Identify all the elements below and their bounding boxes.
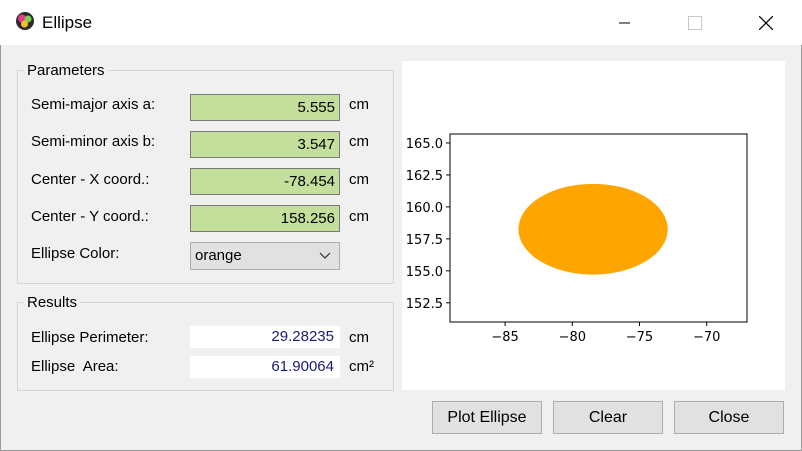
perimeter-value: 29.28235 — [190, 326, 340, 348]
chevron-down-icon — [319, 243, 331, 278]
plot-area: −85 −80 −75 −70 152.5 155.0 157.5 160.0 162.5 165… — [402, 61, 785, 390]
semi-minor-label: Semi-minor axis b: — [31, 133, 156, 150]
minimize-icon — [619, 22, 630, 23]
center-y-label: Center - Y coord.: — [31, 208, 149, 225]
window-title: Ellipse — [42, 13, 93, 32]
parameters-title: Parameters — [24, 62, 108, 79]
ellipse-color-label: Ellipse Color: — [31, 245, 120, 262]
ellipse-color-value: orange — [195, 247, 242, 264]
semi-minor-unit: cm — [349, 133, 369, 150]
close-icon — [759, 15, 773, 30]
center-y-input[interactable]: 158.256 — [190, 205, 340, 232]
x-tick-label: −75 — [626, 330, 653, 345]
ellipse-chart: −85 −80 −75 −70 152.5 155.0 157.5 160.0 162.5 165… — [406, 133, 748, 345]
ellipse-shape — [518, 183, 668, 275]
y-tick-label: 165.0 — [406, 137, 443, 152]
app-icon — [16, 12, 34, 30]
semi-major-label: Semi-major axis a: — [31, 96, 156, 113]
y-tick-label: 157.5 — [406, 233, 443, 248]
center-x-label: Center - X coord.: — [31, 171, 150, 188]
title-bar[interactable]: Ellipse — [0, 0, 802, 45]
semi-major-unit: cm — [349, 96, 369, 113]
area-value: 61.90064 — [190, 356, 340, 378]
y-tick-label: 160.0 — [406, 201, 443, 216]
area-unit: cm² — [349, 358, 374, 375]
perimeter-unit: cm — [349, 329, 369, 346]
semi-major-input[interactable]: 5.555 — [190, 94, 340, 121]
y-tick-label: 155.0 — [406, 265, 443, 280]
close-button[interactable]: Close — [674, 401, 784, 434]
results-title: Results — [24, 294, 81, 311]
center-y-unit: cm — [349, 208, 369, 225]
plot-ellipse-button[interactable]: Plot Ellipse — [432, 401, 542, 434]
area-label: Ellipse Area: — [31, 358, 119, 375]
minimize-button[interactable] — [602, 0, 648, 45]
clear-button[interactable]: Clear — [553, 401, 663, 434]
perimeter-label: Ellipse Perimeter: — [31, 329, 149, 346]
maximize-button[interactable] — [672, 0, 718, 45]
maximize-icon — [688, 15, 702, 30]
x-tick-label: −80 — [559, 330, 586, 345]
close-window-button[interactable] — [743, 0, 789, 45]
y-tick-label: 152.5 — [406, 297, 443, 312]
center-x-unit: cm — [349, 171, 369, 188]
semi-minor-input[interactable]: 3.547 — [190, 131, 340, 158]
center-x-input[interactable]: -78.454 — [190, 168, 340, 195]
x-tick-label: −85 — [491, 330, 518, 345]
y-tick-label: 162.5 — [406, 169, 443, 184]
ellipse-color-select[interactable]: orange — [190, 242, 340, 270]
x-tick-label: −70 — [693, 330, 720, 345]
